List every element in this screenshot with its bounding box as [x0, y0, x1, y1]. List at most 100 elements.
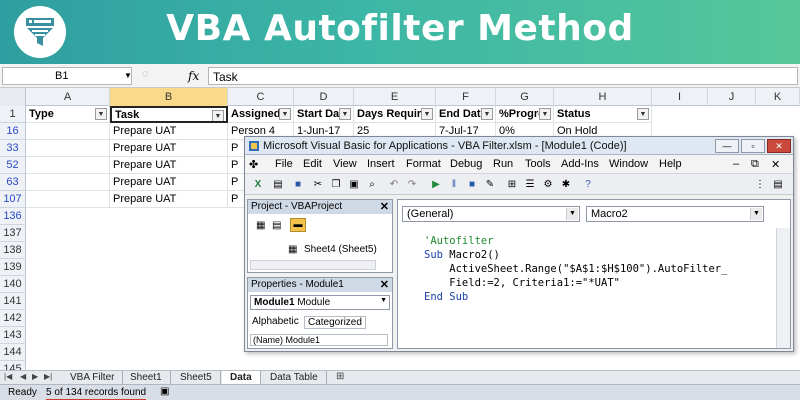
menu-window[interactable]: Window — [609, 158, 648, 170]
close-doc-icon[interactable]: ✕ — [771, 158, 780, 171]
insert-module-icon[interactable]: ▤ — [271, 178, 285, 192]
row-header[interactable]: 141 — [0, 293, 26, 310]
sheet-tab-data[interactable]: Data — [222, 371, 261, 384]
header-cell-start-date[interactable]: Start Dat ▼ — [294, 106, 354, 123]
next-sheet-icon[interactable]: ▶ — [32, 372, 38, 381]
restore-doc-icon[interactable]: ⧉ — [751, 158, 759, 171]
excel-icon[interactable]: X — [251, 178, 265, 192]
filter-dropdown-icon[interactable]: ▼ — [539, 108, 551, 120]
header-cell-end-date[interactable]: End Date ▼ — [436, 106, 496, 123]
menu-insert[interactable]: Insert — [367, 158, 395, 170]
tab-alphabetic[interactable]: Alphabetic — [252, 316, 299, 327]
row-header[interactable]: 136 — [0, 208, 26, 225]
save-icon[interactable]: ■ — [291, 178, 305, 192]
menu-tools[interactable]: Tools — [525, 158, 551, 170]
menu-run[interactable]: Run — [493, 158, 513, 170]
name-box[interactable]: B1 — [2, 67, 132, 85]
row-header[interactable]: 33 — [0, 140, 26, 157]
row-header[interactable]: 138 — [0, 242, 26, 259]
header-cell-type[interactable]: Type ▼ — [26, 106, 110, 123]
menu-view[interactable]: View — [333, 158, 357, 170]
formula-input[interactable]: Task — [208, 67, 798, 85]
column-header-f[interactable]: F — [436, 88, 496, 106]
stop-icon[interactable]: ■ — [465, 178, 479, 192]
cell[interactable] — [26, 191, 110, 208]
row-header[interactable]: 16 — [0, 123, 26, 140]
row-header[interactable]: 145 — [0, 361, 26, 370]
row-header[interactable]: 63 — [0, 174, 26, 191]
column-header-c[interactable]: C — [228, 88, 294, 106]
view-object-icon[interactable]: ▤ — [272, 220, 281, 231]
filter-dropdown-icon[interactable]: ▼ — [637, 108, 649, 120]
row-header[interactable]: 142 — [0, 310, 26, 327]
properties-icon[interactable]: ☰ — [523, 178, 537, 192]
filter-dropdown-icon[interactable]: ▼ — [279, 108, 291, 120]
filter-dropdown-icon[interactable]: ▼ — [95, 108, 107, 120]
select-all-corner[interactable] — [0, 88, 26, 106]
chevron-down-icon[interactable]: ▼ — [566, 208, 578, 220]
copy-icon[interactable]: ❐ — [329, 178, 343, 192]
pause-icon[interactable]: ‖ — [447, 178, 461, 192]
row-header[interactable]: 143 — [0, 327, 26, 344]
cell[interactable] — [26, 174, 110, 191]
procedure-combobox[interactable]: Macro2 ▼ — [586, 206, 764, 222]
column-header-a[interactable]: A — [26, 88, 110, 106]
property-row-name[interactable]: (Name) Module1 — [250, 334, 388, 346]
run-icon[interactable]: ▶ — [429, 178, 443, 192]
prev-sheet-icon[interactable]: ◀ — [20, 372, 26, 381]
filter-dropdown-icon[interactable]: ▼ — [421, 108, 433, 120]
vertical-scrollbar[interactable] — [776, 228, 790, 348]
cell[interactable] — [26, 140, 110, 157]
menu-file[interactable]: File — [275, 158, 293, 170]
chevron-down-icon[interactable]: ▼ — [750, 208, 762, 220]
filter-active-icon[interactable]: ▼ — [212, 110, 224, 121]
cut-icon[interactable]: ✂ — [311, 178, 325, 192]
toolbar-options-icon[interactable]: ⋮ — [753, 178, 767, 192]
sheet-tab-vba-filter[interactable]: VBA Filter — [62, 371, 124, 384]
cell[interactable]: Prepare UAT — [110, 191, 228, 208]
close-icon[interactable]: ✕ — [767, 139, 791, 153]
project-explorer-icon[interactable]: ⊞ — [505, 178, 519, 192]
help-icon[interactable]: ? — [581, 178, 595, 192]
object-browser-icon[interactable]: ⚙ — [541, 178, 555, 192]
chevron-down-icon[interactable]: ▼ — [124, 71, 132, 80]
project-tree-item[interactable]: Sheet4 (Sheet5) — [304, 244, 377, 255]
header-cell-status[interactable]: Status ▼ — [554, 106, 652, 123]
cell[interactable]: Prepare UAT — [110, 140, 228, 157]
redo-icon[interactable]: ↷ — [405, 178, 419, 192]
column-header-j[interactable]: J — [708, 88, 756, 106]
filter-dropdown-icon[interactable]: ▼ — [481, 108, 493, 120]
sheet-tab-sheet5[interactable]: Sheet5 — [172, 371, 221, 384]
column-header-h[interactable]: H — [554, 88, 652, 106]
row-header[interactable]: 140 — [0, 276, 26, 293]
row-header[interactable]: 137 — [0, 225, 26, 242]
column-header-i[interactable]: I — [652, 88, 708, 106]
last-sheet-icon[interactable]: ▶| — [44, 372, 52, 381]
header-cell-days-required[interactable]: Days Require ▼ — [354, 106, 436, 123]
column-header-d[interactable]: D — [294, 88, 354, 106]
menu-debug[interactable]: Debug — [450, 158, 482, 170]
close-icon[interactable]: ✕ — [380, 200, 389, 213]
tab-categorized[interactable]: Categorized — [304, 316, 366, 329]
first-sheet-icon[interactable]: |◀ — [4, 372, 12, 381]
chevron-down-icon[interactable]: ▼ — [380, 297, 387, 304]
row-header[interactable]: 1 — [0, 106, 26, 123]
close-icon[interactable]: ✕ — [380, 278, 389, 291]
new-sheet-icon[interactable]: ⊞ — [336, 371, 344, 382]
column-header-g[interactable]: G — [496, 88, 554, 106]
minimize-doc-icon[interactable]: – — [733, 158, 739, 170]
header-cell-assigned[interactable]: Assigned T ▼ — [228, 106, 294, 123]
minimize-icon[interactable]: — — [715, 139, 739, 153]
toggle-folders-icon[interactable]: ▬ — [290, 218, 306, 232]
horizontal-scrollbar[interactable] — [250, 260, 376, 270]
cell[interactable] — [26, 157, 110, 174]
column-header-b[interactable]: B — [110, 88, 228, 106]
menu-format[interactable]: Format — [406, 158, 441, 170]
cell[interactable]: Prepare UAT — [110, 123, 228, 140]
column-header-k[interactable]: K — [756, 88, 800, 106]
column-header-e[interactable]: E — [354, 88, 436, 106]
header-cell-progress[interactable]: %Progre ▼ — [496, 106, 554, 123]
cell[interactable]: Prepare UAT — [110, 174, 228, 191]
row-header[interactable]: 52 — [0, 157, 26, 174]
design-mode-icon[interactable]: ✎ — [483, 178, 497, 192]
